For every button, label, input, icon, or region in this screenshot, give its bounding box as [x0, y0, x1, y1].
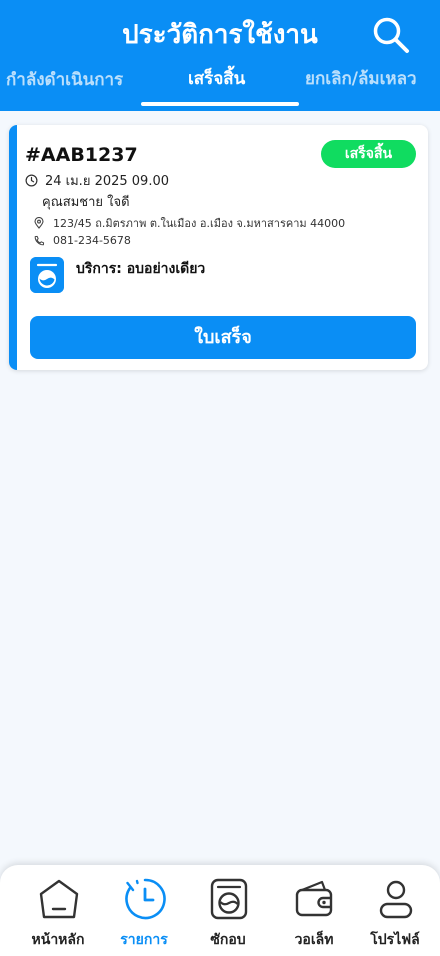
nav-label-history: รายการ — [120, 932, 168, 948]
home-icon — [39, 879, 79, 919]
nav-label-profile: โปรไฟล์ — [370, 932, 420, 948]
wallet-icon — [295, 880, 333, 917]
status-badge: เสร็จสิ้น — [321, 140, 416, 168]
customer-name: คุณสมชาย ใจดี — [42, 195, 130, 210]
search-icon[interactable] — [370, 14, 412, 56]
active-tab-indicator — [141, 102, 299, 106]
bottom-nav: หน้าหลัก รายการ ซักอบ วอเล็ท โปรไฟล์ — [0, 865, 440, 956]
order-id: #AAB1237 — [25, 144, 138, 166]
clock-icon — [125, 878, 166, 920]
phone-icon — [34, 235, 45, 245]
order-datetime-row: 24 เม.ย 2025 09.00 — [25, 170, 169, 191]
nav-item-laundry[interactable]: ซักอบ — [184, 865, 272, 956]
phone-text: 081-234-5678 — [53, 234, 131, 247]
service-label: บริการ: อบอย่างเดียว — [76, 261, 206, 277]
address-text: 123/45 ถ.มิตรภาพ ต.ในเมือง อ.เมือง จ.มหา… — [53, 217, 346, 230]
dryer-icon — [30, 257, 64, 293]
washing-machine-icon — [210, 878, 248, 920]
nav-item-profile[interactable]: โปรไฟล์ — [351, 865, 439, 956]
location-pin-icon — [34, 217, 44, 229]
receipt-button[interactable]: ใบเสร็จ — [30, 316, 416, 359]
nav-label-wallet: วอเล็ท — [294, 932, 334, 948]
profile-icon — [379, 880, 413, 919]
nav-item-history[interactable]: รายการ — [100, 865, 188, 956]
tab-completed[interactable]: เสร็จสิ้น — [188, 65, 245, 92]
address-row: 123/45 ถ.มิตรภาพ ต.ในเมือง อ.เมือง จ.มหา… — [25, 214, 345, 232]
card-accent-bar — [9, 125, 17, 370]
tab-cancelled[interactable]: ยกเลิก/ล้มเหลว — [305, 65, 417, 92]
phone-row: 081-234-5678 — [25, 234, 131, 247]
tab-in-progress[interactable]: กำลังดำเนินการ — [6, 66, 123, 93]
nav-label-home: หน้าหลัก — [31, 932, 85, 948]
app-header: ประวัติการใช้งาน กำลังดำเนินการ เสร็จสิ้… — [0, 0, 440, 111]
order-datetime: 24 เม.ย 2025 09.00 — [45, 174, 170, 189]
nav-item-home[interactable]: หน้าหลัก — [14, 865, 102, 956]
order-card[interactable]: #AAB1237 เสร็จสิ้น 24 เม.ย 2025 09.00 คุ… — [9, 125, 428, 370]
nav-item-wallet[interactable]: วอเล็ท — [270, 865, 358, 956]
clock-icon — [25, 174, 38, 187]
nav-label-laundry: ซักอบ — [210, 932, 246, 948]
